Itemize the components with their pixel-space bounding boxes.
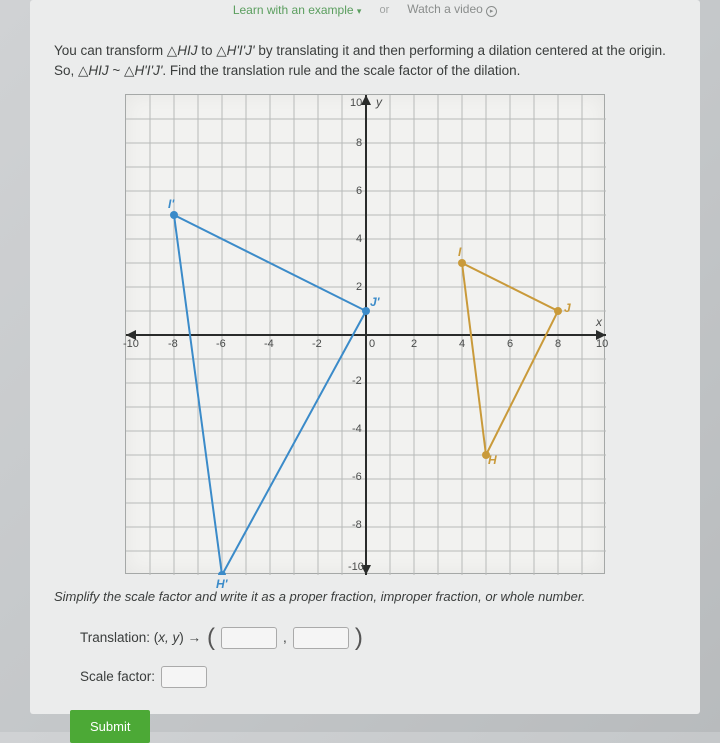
point-H-label: H <box>488 453 497 467</box>
translation-y-input[interactable] <box>293 627 349 649</box>
question-text: You can transform △HIJ to △H'I'J' by tra… <box>30 17 700 90</box>
point-Hprime-label: H' <box>216 577 228 591</box>
top-links: Learn with an example ▾ or Watch a video… <box>30 0 700 17</box>
scale-factor-label: Scale factor: <box>80 669 155 684</box>
tick-y: 10 <box>350 97 362 109</box>
tick-x: 8 <box>555 338 561 350</box>
tick-x: -8 <box>168 338 178 350</box>
point-I-label: I <box>458 245 461 259</box>
point-Jprime-label: J' <box>370 295 380 309</box>
point-J-label: J <box>564 301 571 315</box>
play-icon: ▸ <box>486 6 497 17</box>
tick-y: 4 <box>356 233 362 245</box>
content-area: Learn with an example ▾ or Watch a video… <box>30 0 700 714</box>
graph-container: y x -10 -8 -6 -4 -2 0 2 4 6 8 10 -10 -8 … <box>30 94 700 574</box>
watch-text: Watch a video <box>407 2 483 16</box>
open-paren: ( <box>207 624 215 652</box>
coordinate-graph: y x -10 -8 -6 -4 -2 0 2 4 6 8 10 -10 -8 … <box>125 94 605 574</box>
tick-y: -6 <box>352 471 362 483</box>
learn-example-link[interactable]: Learn with an example ▾ <box>233 3 362 17</box>
x-axis-label: x <box>596 315 602 329</box>
tick-y: -8 <box>352 519 362 531</box>
tick-y: -4 <box>352 423 362 435</box>
answer-area: Translation: (x, y) → ( , ) Scale factor… <box>30 616 700 710</box>
tick-x: -10 <box>123 338 139 350</box>
learn-text: Learn with an example <box>233 3 354 17</box>
tick-x: 6 <box>507 338 513 350</box>
point-Iprime-label: I' <box>168 197 174 211</box>
tick-x: -6 <box>216 338 226 350</box>
chevron-down-icon: ▾ <box>357 6 362 16</box>
instruction-text: Simplify the scale factor and write it a… <box>30 574 700 616</box>
watch-video-link[interactable]: Watch a video ▸ <box>407 2 497 17</box>
tick-y: 6 <box>356 185 362 197</box>
tick-y: 2 <box>356 281 362 293</box>
scale-factor-input[interactable] <box>161 666 207 688</box>
tick-y: -10 <box>348 561 364 573</box>
tick-y: -2 <box>352 375 362 387</box>
scale-factor-row: Scale factor: <box>80 666 650 688</box>
tick-x: 0 <box>369 338 375 350</box>
translation-label: Translation: (x, y) → <box>80 630 201 645</box>
comma: , <box>283 630 287 645</box>
tick-x: 10 <box>596 338 608 350</box>
translation-row: Translation: (x, y) → ( , ) <box>80 624 650 652</box>
translation-x-input[interactable] <box>221 627 277 649</box>
tick-x: 4 <box>459 338 465 350</box>
submit-button[interactable]: Submit <box>70 710 150 743</box>
close-paren: ) <box>355 624 363 652</box>
tick-y: 8 <box>356 137 362 149</box>
tick-x: -4 <box>264 338 274 350</box>
graph-svg <box>126 95 606 575</box>
tick-x: -2 <box>312 338 322 350</box>
y-axis-label: y <box>376 95 382 109</box>
or-text: or <box>379 4 389 16</box>
tick-x: 2 <box>411 338 417 350</box>
